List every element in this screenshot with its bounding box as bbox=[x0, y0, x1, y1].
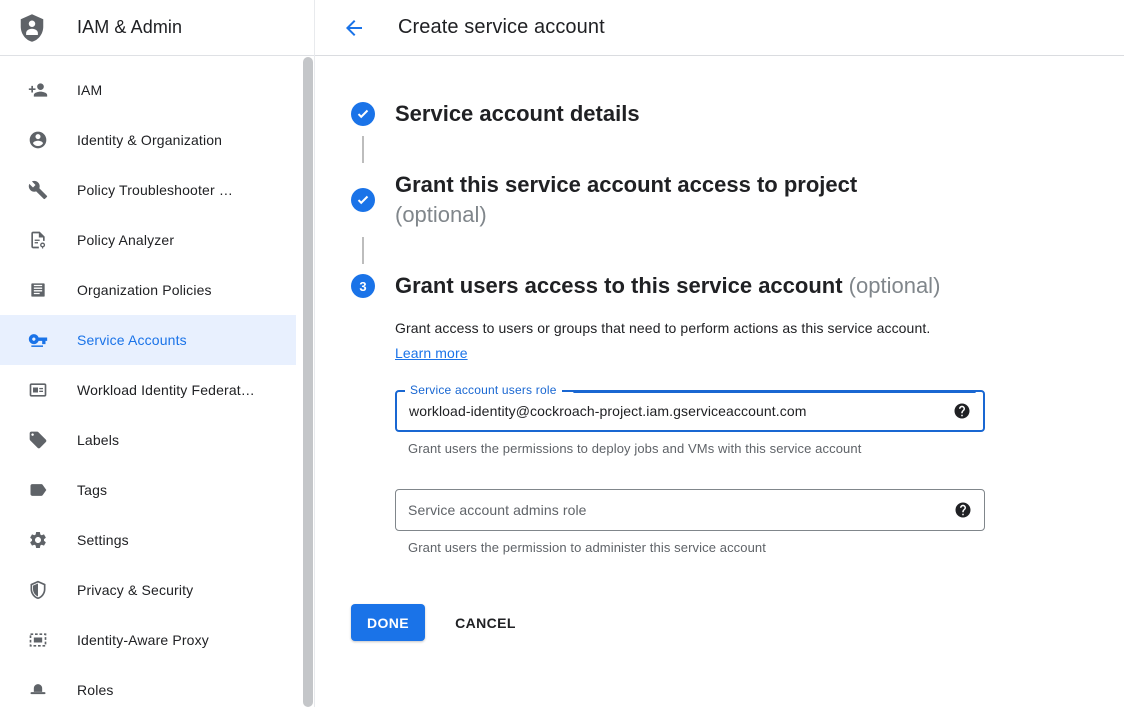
users-role-field: Service account users role bbox=[395, 390, 985, 432]
field-notch-line bbox=[573, 390, 976, 393]
step-2: Grant this service account access to pro… bbox=[351, 170, 1124, 230]
step-1-title: Service account details bbox=[395, 99, 640, 129]
step-1-check-icon bbox=[351, 102, 375, 126]
sidebar-item-label: Tags bbox=[77, 482, 107, 498]
help-icon[interactable] bbox=[954, 501, 972, 519]
wrench-icon bbox=[28, 180, 48, 200]
sidebar-item-roles[interactable]: Roles bbox=[0, 665, 296, 707]
sidebar-item-settings[interactable]: Settings bbox=[0, 515, 296, 565]
cancel-button[interactable]: CANCEL bbox=[455, 615, 516, 631]
sidebar-item-iam[interactable]: IAM bbox=[0, 65, 296, 115]
tag-icon bbox=[28, 430, 48, 450]
step-3-description: Grant access to users or groups that nee… bbox=[395, 316, 943, 366]
sidebar-title: IAM & Admin bbox=[77, 17, 182, 38]
sidebar-item-identity-organization[interactable]: Identity & Organization bbox=[0, 115, 296, 165]
wizard-content: Service account details Grant this servi… bbox=[315, 56, 1124, 641]
sidebar-item-label: Policy Troubleshooter … bbox=[77, 182, 233, 198]
sidebar: IAM & Admin IAM Identity & Organization … bbox=[0, 0, 315, 707]
membership-card-icon bbox=[28, 380, 48, 400]
sidebar-item-label: Workload Identity Federat… bbox=[77, 382, 255, 398]
step-3-title-text: Grant users access to this service accou… bbox=[395, 273, 843, 298]
step-2-optional: (optional) bbox=[395, 202, 487, 227]
step-2-title-text: Grant this service account access to pro… bbox=[395, 172, 857, 197]
sidebar-scrollbar[interactable] bbox=[303, 57, 313, 707]
step-3-number-badge: 3 bbox=[351, 274, 375, 298]
step-3-title: Grant users access to this service accou… bbox=[395, 271, 940, 301]
users-role-helper: Grant users the permissions to deploy jo… bbox=[408, 441, 1124, 456]
users-role-label: Service account users role bbox=[405, 383, 562, 397]
sidebar-item-tags[interactable]: Tags bbox=[0, 465, 296, 515]
iam-admin-console: IAM & Admin IAM Identity & Organization … bbox=[0, 0, 1124, 707]
article-icon bbox=[28, 280, 48, 300]
step-3-body: Grant access to users or groups that nee… bbox=[395, 301, 1124, 641]
main-panel: Create service account Service account d… bbox=[315, 0, 1124, 707]
step-2-check-icon bbox=[351, 188, 375, 212]
help-icon[interactable] bbox=[953, 402, 971, 420]
gear-icon bbox=[28, 530, 48, 550]
sidebar-item-policy-analyzer[interactable]: Policy Analyzer bbox=[0, 215, 296, 265]
sidebar-header: IAM & Admin bbox=[0, 0, 314, 56]
step-2-title: Grant this service account access to pro… bbox=[395, 170, 857, 230]
sidebar-item-policy-troubleshooter[interactable]: Policy Troubleshooter … bbox=[0, 165, 296, 215]
sidebar-item-label: Policy Analyzer bbox=[77, 232, 174, 248]
users-role-input[interactable] bbox=[409, 403, 943, 419]
step-connector bbox=[362, 136, 364, 163]
learn-more-link[interactable]: Learn more bbox=[395, 345, 468, 361]
admins-role-input[interactable] bbox=[408, 502, 944, 518]
page-title: Create service account bbox=[398, 16, 605, 39]
sidebar-item-label: IAM bbox=[77, 82, 102, 98]
person-add-icon bbox=[28, 80, 48, 100]
step-1: Service account details bbox=[351, 99, 1124, 129]
service-account-key-icon bbox=[28, 330, 48, 350]
sidebar-item-identity-aware-proxy[interactable]: Identity-Aware Proxy bbox=[0, 615, 296, 665]
half-shield-icon bbox=[28, 580, 48, 600]
back-arrow-icon[interactable] bbox=[341, 15, 367, 41]
admins-role-field bbox=[395, 489, 985, 531]
proxy-frame-icon bbox=[28, 630, 48, 650]
sidebar-item-label: Identity & Organization bbox=[77, 132, 222, 148]
iam-shield-icon bbox=[17, 12, 47, 44]
sidebar-item-service-accounts[interactable]: Service Accounts bbox=[0, 315, 296, 365]
done-button[interactable]: DONE bbox=[351, 604, 425, 641]
sidebar-item-label: Labels bbox=[77, 432, 119, 448]
hat-icon bbox=[28, 680, 48, 700]
sidebar-item-labels[interactable]: Labels bbox=[0, 415, 296, 465]
account-circle-icon bbox=[28, 130, 48, 150]
sidebar-item-label: Settings bbox=[77, 532, 129, 548]
label-arrow-icon bbox=[28, 480, 48, 500]
description-text: Grant access to users or groups that nee… bbox=[395, 320, 930, 336]
step-connector bbox=[362, 237, 364, 264]
step-3: 3 Grant users access to this service acc… bbox=[351, 271, 1124, 301]
sidebar-item-label: Organization Policies bbox=[77, 282, 212, 298]
step-3-number: 3 bbox=[351, 274, 375, 298]
page-header: Create service account bbox=[315, 0, 1124, 56]
sidebar-item-label: Identity-Aware Proxy bbox=[77, 632, 209, 648]
sidebar-item-label: Roles bbox=[77, 682, 114, 698]
sidebar-item-label: Privacy & Security bbox=[77, 582, 193, 598]
policy-analyzer-icon bbox=[28, 230, 48, 250]
sidebar-item-label: Service Accounts bbox=[77, 332, 187, 348]
sidebar-nav: IAM Identity & Organization Policy Troub… bbox=[0, 56, 314, 707]
admins-role-helper: Grant users the permission to administer… bbox=[408, 540, 1124, 555]
step-3-optional: (optional) bbox=[849, 273, 941, 298]
sidebar-item-workload-identity-federation[interactable]: Workload Identity Federat… bbox=[0, 365, 296, 415]
wizard-actions: DONE CANCEL bbox=[351, 604, 1124, 641]
sidebar-item-organization-policies[interactable]: Organization Policies bbox=[0, 265, 296, 315]
sidebar-item-privacy-security[interactable]: Privacy & Security bbox=[0, 565, 296, 615]
